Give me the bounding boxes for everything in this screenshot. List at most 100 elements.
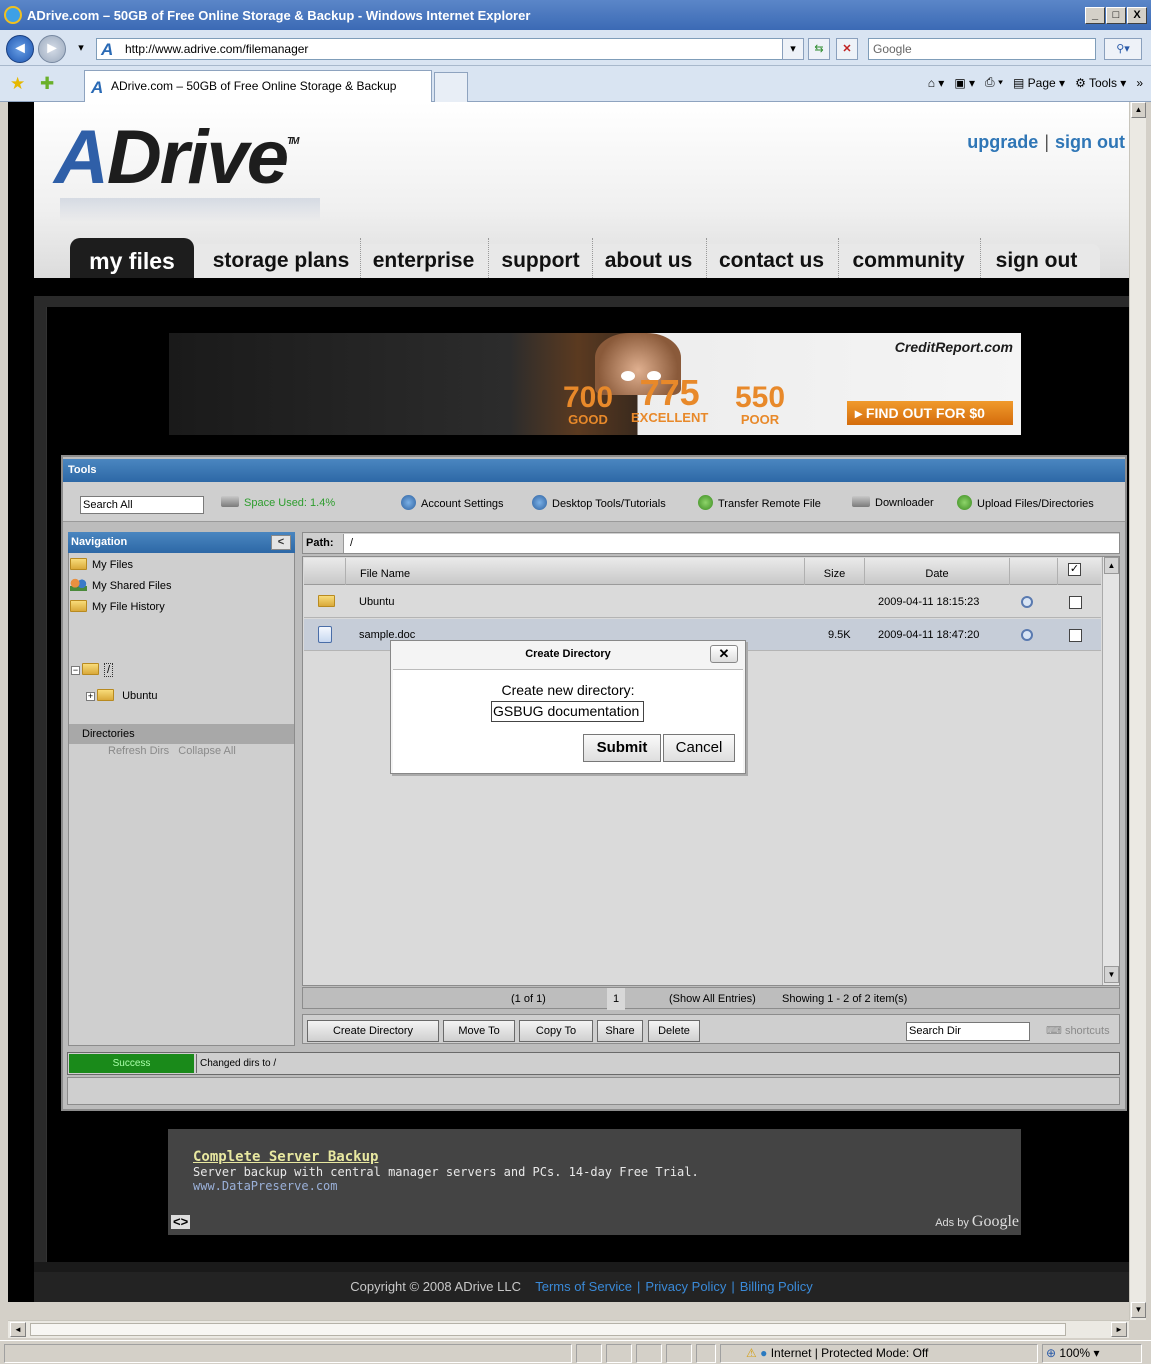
nav-about-us[interactable]: about us (592, 238, 704, 278)
status-line: Success Changed dirs to / (67, 1052, 1120, 1075)
address-toolbar: ◄ ► ▾ A http://www.adrive.com/filemanage… (0, 30, 1151, 66)
row-checkbox[interactable] (1069, 596, 1082, 609)
dialog-close-button[interactable]: ✕ (710, 645, 738, 663)
ads-by-google[interactable]: Ads by Google (935, 1213, 1019, 1231)
scroll-up-icon[interactable]: ▲ (1104, 557, 1119, 574)
ad-title-link[interactable]: Complete Server Backup (193, 1149, 378, 1165)
new-tab-button[interactable] (434, 72, 468, 102)
transfer-remote-file-link[interactable]: Transfer Remote File (698, 495, 821, 512)
grid-scrollbar[interactable]: ▲ ▼ (1102, 557, 1119, 985)
minimize-button[interactable]: _ (1085, 7, 1105, 24)
column-size[interactable]: Size (805, 558, 865, 585)
page-horizontal-scrollbar[interactable]: ◄ ► (8, 1320, 1129, 1338)
scroll-up-icon[interactable]: ▲ (1131, 102, 1146, 118)
zone-info[interactable]: ⚠ ● Internet | Protected Mode: Off (746, 1345, 928, 1362)
horizontal-scroll-thumb[interactable] (30, 1323, 1066, 1336)
address-input[interactable]: A http://www.adrive.com/filemanager (96, 38, 802, 60)
search-all-input[interactable]: Search All (80, 496, 204, 514)
browser-search-input[interactable]: Google (868, 38, 1096, 60)
desktop-tools-link[interactable]: Desktop Tools/Tutorials (532, 495, 666, 512)
tree-root[interactable]: − / (71, 662, 114, 678)
column-date[interactable]: Date (865, 558, 1010, 585)
create-directory-button[interactable]: Create Directory (307, 1020, 439, 1042)
add-favorites-icon[interactable]: ✚ (40, 74, 54, 94)
scroll-right-icon[interactable]: ► (1111, 1322, 1127, 1337)
submit-button[interactable]: Submit (583, 734, 661, 762)
creditreport-banner-ad[interactable]: 700 GOOD 775 EXCELLENT 550 POOR CreditRepor… (169, 333, 1021, 435)
tree-collapse-icon[interactable]: − (71, 666, 80, 675)
folder-icon (70, 558, 87, 570)
nav-community[interactable]: community (838, 238, 978, 278)
refresh-dirs-link[interactable]: Refresh Dirs (108, 745, 169, 757)
move-to-button[interactable]: Move To (443, 1020, 515, 1042)
upgrade-link[interactable]: upgrade (967, 132, 1038, 152)
scroll-down-icon[interactable]: ▼ (1131, 1302, 1146, 1318)
page-number-input[interactable]: 1 (607, 988, 626, 1010)
nav-support[interactable]: support (488, 238, 592, 278)
nav-link-my-file-history[interactable]: My File History (70, 597, 165, 617)
row-checkbox[interactable] (1069, 629, 1082, 642)
tree-root-label: / (104, 663, 114, 677)
select-all-checkbox[interactable]: ✓ (1068, 563, 1081, 576)
nav-my-files[interactable]: my files (70, 238, 194, 278)
tools-menu[interactable]: ⚙ Tools ▾ (1075, 76, 1126, 90)
logo-letter-a: A (54, 115, 109, 200)
billing-link[interactable]: Billing Policy (740, 1279, 813, 1294)
tree-node-ubuntu[interactable]: + Ubuntu (86, 688, 158, 704)
file-name[interactable]: Ubuntu (359, 586, 394, 618)
preview-magnifier-icon[interactable] (1021, 596, 1033, 608)
zoom-control[interactable]: ⊕ 100% ▾ (1046, 1345, 1099, 1362)
home-icon[interactable]: ⌂ ▾ (928, 76, 945, 90)
copy-to-button[interactable]: Copy To (519, 1020, 593, 1042)
refresh-icon[interactable]: ⇆ (808, 38, 830, 60)
tree-expand-icon[interactable]: + (86, 692, 95, 701)
privacy-link[interactable]: Privacy Policy (645, 1279, 726, 1294)
back-button[interactable]: ◄ (6, 35, 34, 63)
share-button[interactable]: Share (597, 1020, 643, 1042)
chevron-more-icon[interactable]: » (1136, 76, 1143, 90)
table-row[interactable]: Ubuntu 2009-04-11 18:15:23 (304, 586, 1101, 618)
favorites-star-icon[interactable]: ★ (10, 74, 25, 94)
nav-link-my-files[interactable]: My Files (70, 555, 133, 575)
banner-cta-button[interactable]: ▸ FIND OUT FOR $0 (847, 401, 1013, 425)
feeds-icon[interactable]: ▣ ▾ (954, 76, 975, 90)
downloader-link[interactable]: Downloader (852, 495, 934, 511)
preview-magnifier-icon[interactable] (1021, 629, 1033, 641)
nav-sign-out[interactable]: sign out (980, 238, 1092, 278)
shortcuts-link[interactable]: ⌨ shortcuts (1046, 1022, 1110, 1041)
address-dropdown-button[interactable]: ▾ (782, 38, 804, 60)
path-value[interactable]: / (343, 534, 1119, 553)
nav-link-my-shared-files[interactable]: My Shared Files (70, 576, 171, 596)
maximize-button[interactable]: □ (1106, 7, 1126, 24)
ad-nav-arrows[interactable]: <> (171, 1215, 191, 1229)
search-icon[interactable]: ⚲▾ (1104, 38, 1142, 60)
nav-enterprise[interactable]: enterprise (360, 238, 486, 278)
close-button[interactable]: X (1127, 7, 1147, 24)
search-dir-input[interactable]: Search Dir (906, 1022, 1030, 1041)
nav-storage-plans[interactable]: storage plans (202, 238, 360, 278)
page-menu[interactable]: ▤ Page ▾ (1013, 76, 1065, 90)
nav-contact-us[interactable]: contact us (706, 238, 836, 278)
adrive-logo[interactable]: ADriveTM (54, 114, 300, 201)
browser-tab[interactable]: A ADrive.com – 50GB of Free Online Stora… (84, 70, 432, 102)
print-icon[interactable]: ⎙ ▾ (985, 75, 1003, 90)
status-cell (636, 1344, 662, 1363)
scroll-down-icon[interactable]: ▼ (1104, 966, 1119, 983)
account-settings-link[interactable]: Account Settings (401, 495, 504, 512)
cancel-button[interactable]: Cancel (663, 734, 735, 762)
column-file-name[interactable]: File Name (346, 558, 805, 585)
ad-url[interactable]: www.DataPreserve.com (193, 1179, 338, 1193)
forward-button[interactable]: ► (38, 35, 66, 63)
header-sign-out-link[interactable]: sign out (1055, 132, 1125, 152)
delete-button[interactable]: Delete (648, 1020, 700, 1042)
collapse-panel-button[interactable]: < (271, 535, 291, 550)
scroll-left-icon[interactable]: ◄ (10, 1322, 26, 1337)
new-directory-input[interactable]: GSBUG documentation (491, 701, 644, 722)
stop-icon[interactable]: ✕ (836, 38, 858, 60)
show-all-entries-link[interactable]: (Show All Entries) (669, 988, 756, 1010)
upload-files-link[interactable]: Upload Files/Directories (957, 495, 1094, 512)
terms-link[interactable]: Terms of Service (535, 1279, 632, 1294)
recent-pages-dropdown[interactable]: ▾ (70, 38, 92, 60)
page-vertical-scrollbar[interactable]: ▲ ▼ (1129, 102, 1146, 1320)
collapse-all-link[interactable]: Collapse All (178, 745, 235, 757)
